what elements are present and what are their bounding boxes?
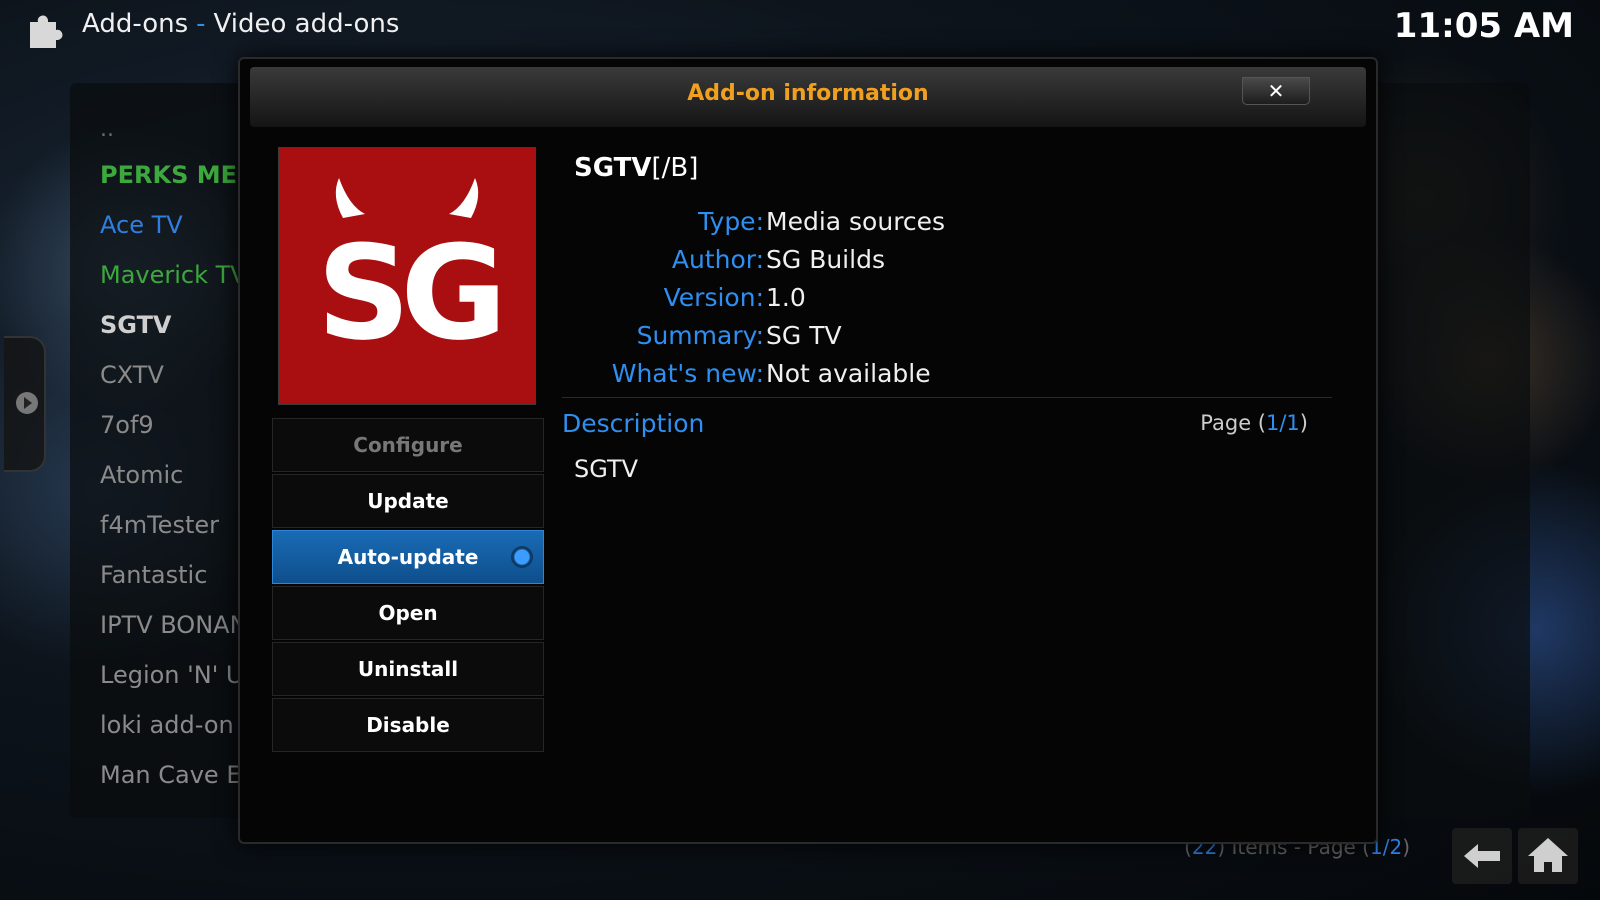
list-item[interactable]: PERKS MED <box>100 150 240 200</box>
disable-button[interactable]: Disable <box>272 698 544 752</box>
breadcrumb: Add-ons - Video add-ons <box>82 9 399 39</box>
field-label: Author: <box>671 245 764 274</box>
field-value: SG Builds <box>766 245 885 274</box>
field-value: Media sources <box>766 207 946 236</box>
page-prefix: Page <box>1200 411 1252 435</box>
divider <box>562 397 1332 398</box>
logo-text: SG <box>317 217 499 369</box>
configure-button[interactable]: Configure <box>272 418 544 472</box>
addon-name-bold: SGTV <box>574 153 652 183</box>
addon-name-suffix: [/B] <box>651 153 699 183</box>
field-version: Version: 1.0 <box>574 283 1334 321</box>
list-item-selected[interactable]: SGTV <box>100 300 240 350</box>
list-item[interactable]: 7of9 <box>100 400 240 450</box>
field-label: Summary: <box>636 321 764 350</box>
play-arrow-icon <box>16 392 38 414</box>
breadcrumb-category: Video add-ons <box>213 9 400 39</box>
field-type: Type: Media sources <box>574 207 1334 245</box>
addon-thumbnail: SG <box>278 147 536 405</box>
auto-update-toggle[interactable]: Auto-update <box>272 530 544 584</box>
field-summary: Summary: SG TV <box>574 321 1334 359</box>
auto-update-label: Auto-update <box>337 545 479 569</box>
breadcrumb-separator: - <box>196 9 206 39</box>
field-value: 1.0 <box>766 283 806 312</box>
addon-name: SGTV[/B] <box>574 153 698 183</box>
field-whats-new: What's new: Not available <box>574 359 1334 397</box>
description-page-info: Page (1/1) <box>1200 411 1308 435</box>
addon-list: .. PERKS MED Ace TV Maverick TV SGTV CXT… <box>100 110 240 800</box>
uninstall-button[interactable]: Uninstall <box>272 642 544 696</box>
home-icon <box>1528 838 1568 872</box>
update-button[interactable]: Update <box>272 474 544 528</box>
list-item[interactable]: Legion 'N' Ur <box>100 650 240 700</box>
close-button[interactable]: ✕ <box>1242 77 1310 105</box>
addon-fields: Type: Media sources Author: SG Builds Vers… <box>574 207 1334 397</box>
field-label: What's new: <box>611 359 764 388</box>
list-item-parent[interactable]: .. <box>100 110 240 150</box>
description-label: Description <box>562 409 705 438</box>
list-item[interactable]: Ace TV <box>100 200 240 250</box>
list-item[interactable]: IPTV BONAN <box>100 600 240 650</box>
field-label: Version: <box>663 283 764 312</box>
field-author: Author: SG Builds <box>574 245 1334 283</box>
field-label: Type: <box>698 207 764 236</box>
addon-puzzle-icon <box>30 15 63 48</box>
side-menu-tab[interactable] <box>4 336 46 472</box>
description-page-number: 1/1 <box>1266 411 1300 435</box>
sg-logo-icon: SG <box>317 178 508 369</box>
list-item[interactable]: f4mTester <box>100 500 240 550</box>
list-item[interactable]: Fantastic <box>100 550 240 600</box>
field-value: SG TV <box>766 321 842 350</box>
dialog-title: Add-on information <box>687 81 929 106</box>
clock: 11:05 AM <box>1393 6 1574 46</box>
open-button[interactable]: Open <box>272 586 544 640</box>
list-item[interactable]: loki add-on <box>100 700 240 750</box>
description-text: SGTV <box>574 455 639 483</box>
back-arrow-icon <box>1464 844 1500 868</box>
list-item[interactable]: Man Cave Er <box>100 750 240 800</box>
top-bar: Add-ons - Video add-ons 11:05 AM <box>0 0 1600 56</box>
list-item[interactable]: CXTV <box>100 350 240 400</box>
addon-info-dialog: Add-on information ✕ SG Configure Update… <box>238 57 1378 844</box>
back-button[interactable] <box>1452 828 1512 884</box>
home-button[interactable] <box>1518 828 1578 884</box>
list-item[interactable]: Maverick TV <box>100 250 240 300</box>
radio-on-icon <box>511 546 533 568</box>
breadcrumb-section: Add-ons <box>82 9 189 39</box>
list-item[interactable]: Atomic <box>100 450 240 500</box>
dialog-header: Add-on information ✕ <box>250 67 1366 127</box>
field-value: Not available <box>766 359 931 388</box>
